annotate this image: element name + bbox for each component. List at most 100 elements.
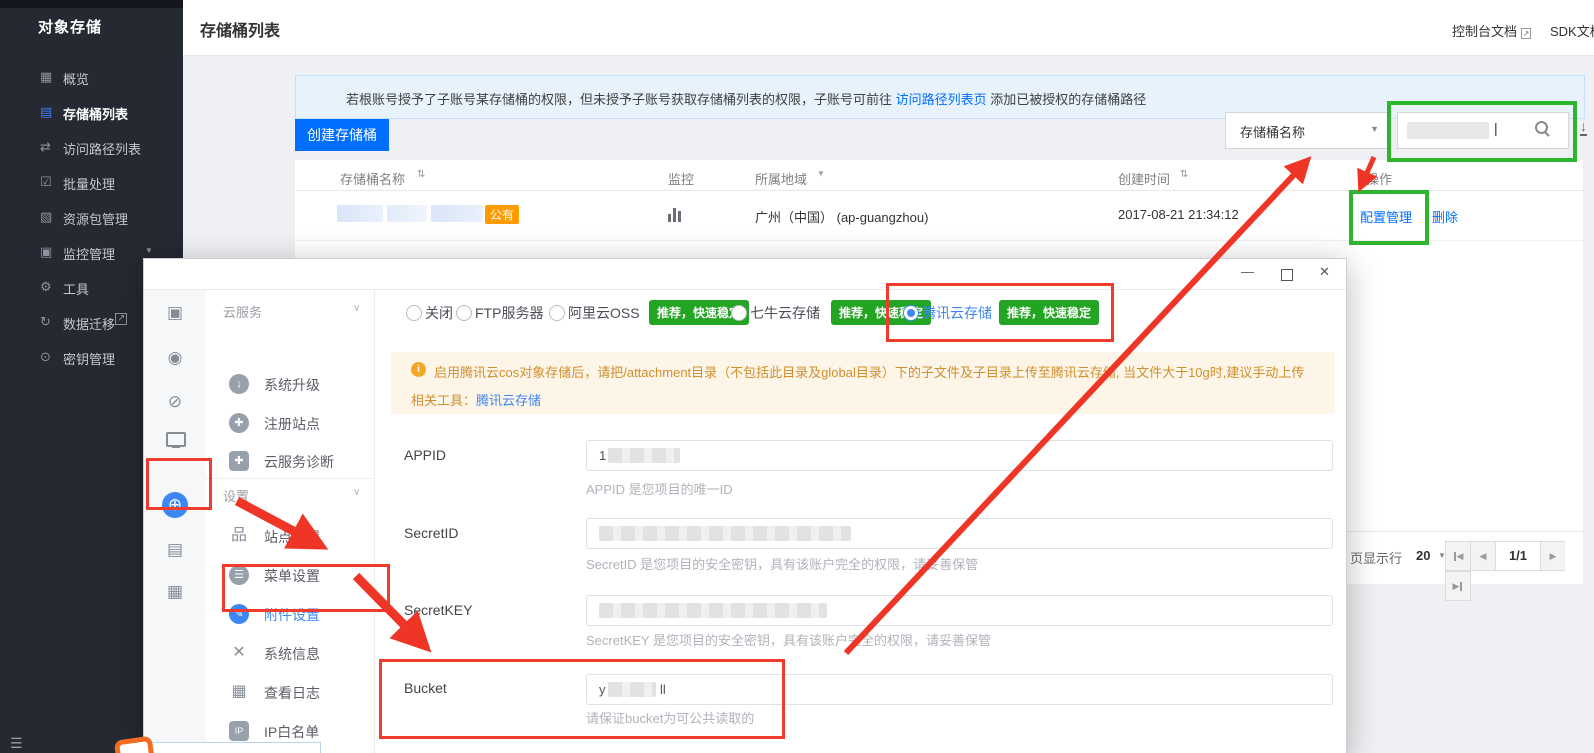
blurred-appid-value (608, 448, 680, 463)
access-badge: 公有 (485, 205, 519, 224)
bottom-popup-strip (143, 742, 321, 753)
monitor-chart-icon[interactable] (668, 204, 683, 222)
chevron-down-icon[interactable]: ▼ (145, 246, 153, 255)
option-qiniu[interactable]: 七牛云存储 (750, 303, 820, 323)
menu-item-site-settings[interactable]: 品 站点设置 (206, 524, 374, 550)
filter-icon[interactable]: ▼ (817, 169, 825, 178)
minimize-icon[interactable]: — (1241, 264, 1254, 279)
secretid-input[interactable] (586, 518, 1333, 549)
menu-item-register-site[interactable]: ✚ 注册站点 (206, 411, 374, 437)
dialog-titlebar: — ✕ (144, 259, 1346, 290)
menu-group-settings[interactable]: 设置 (223, 486, 249, 505)
secretkey-helper: SecretKEY 是您项目的安全密钥，具有该账户完全的权限，请妥善保管 (586, 630, 991, 649)
secretkey-input[interactable] (586, 595, 1333, 626)
table-header-row: 存储桶名称 ⇅ 监控 所属地域 ▼ 创建时间 ⇅ 操作 (295, 160, 1583, 191)
sort-icon[interactable]: ⇅ (417, 169, 425, 180)
console-doc-link[interactable]: 控制台文档 ↗ (1452, 21, 1531, 40)
page-indicator: 1/1 (1495, 541, 1540, 571)
pager: ◀◀1/1▶▶ (1445, 541, 1583, 601)
sidebar-item-label: 监控管理 (63, 244, 115, 263)
key-icon: ⊙ (40, 349, 51, 365)
delete-link[interactable]: 删除 (1432, 207, 1458, 226)
menu-item-label: 系统升级 (264, 375, 320, 395)
store-icon[interactable]: ▤ (144, 540, 206, 560)
maximize-icon[interactable] (1281, 269, 1293, 281)
gear-icon: ⚙ (40, 279, 52, 295)
sidebar-item-bucket-list[interactable]: ▤ 存储桶列表 (0, 103, 183, 133)
calendar-icon: ▣ (40, 244, 52, 260)
col-actions: 操作 (1366, 169, 1392, 188)
menu-item-system-upgrade[interactable]: ↓ 系统升级 (206, 372, 374, 398)
sidebar-item-resource-pack[interactable]: ▧ 资源包管理 (0, 208, 183, 238)
appid-value-prefix: 1 (599, 448, 606, 463)
create-bucket-button[interactable]: 创建存储桶 (295, 119, 389, 151)
last-page-button[interactable]: ▶ (1445, 571, 1471, 601)
download-icon[interactable]: ↓ (1580, 118, 1587, 136)
menu-group-cloud[interactable]: 云服务 (223, 302, 262, 321)
col-region: 所属地域 (755, 169, 807, 188)
sidebar-item-overview[interactable]: ▦ 概览 (0, 68, 183, 98)
prev-page-button[interactable]: ◀ (1470, 541, 1495, 571)
menu-item-label: 云服务诊断 (264, 452, 334, 472)
annotation-red-box-globe (146, 458, 212, 510)
radio-off[interactable] (406, 305, 422, 321)
chevron-down-icon: ▼ (1370, 124, 1379, 134)
annotation-red-box-tencent-option (886, 283, 1114, 342)
col-monitor: 监控 (668, 169, 694, 188)
package-icon: ▧ (40, 209, 52, 225)
blurred-bucket-name (387, 205, 427, 222)
plus-icon: ✚ (229, 413, 249, 433)
blurred-secretid-value (599, 526, 851, 541)
sidebar-collapse-icon[interactable]: ☰ (10, 735, 23, 752)
external-link-icon: ↗ (1521, 28, 1532, 39)
menu-item-label: 查看日志 (264, 683, 320, 703)
col-created: 创建时间 (1118, 169, 1170, 188)
menu-item-system-info[interactable]: ✕ 系统信息 (206, 641, 374, 667)
sidebar-item-label: 概览 (63, 69, 89, 88)
cos-notice: i 启用腾讯云cos对象存储后，请把/attachment目录（不包括此目录及g… (391, 352, 1335, 414)
console-doc-label: 控制台文档 (1452, 24, 1517, 39)
option-ftp[interactable]: FTP服务器 (475, 303, 543, 323)
sidebar-item-label: 工具 (63, 279, 89, 298)
close-icon[interactable]: ✕ (1319, 264, 1330, 280)
filter-type-dropdown[interactable]: 存储桶名称 ▼ (1225, 112, 1390, 149)
menu-divider (206, 478, 374, 479)
bag-icon[interactable]: ▦ (144, 582, 206, 602)
filter-type-value: 存储桶名称 (1240, 122, 1305, 141)
sidebar-item-batch[interactable]: ☑ 批量处理 (0, 173, 183, 203)
secretid-helper: SecretID 是您项目的安全密钥，具有该账户完全的权限，请妥善保管 (586, 554, 978, 573)
sort-icon[interactable]: ⇅ (1180, 169, 1188, 180)
tools-icon: ✕ (229, 643, 249, 663)
sdk-doc-link[interactable]: SDK文档 (1550, 21, 1594, 40)
banner-text-after: 添加已被授权的存储桶路径 (987, 92, 1147, 107)
first-page-button[interactable]: ◀ (1445, 541, 1470, 571)
cloud-service-icon[interactable]: ▣ (144, 303, 206, 323)
col-bucket-name: 存储桶名称 (340, 169, 405, 188)
cos-tool-link[interactable]: 腾讯云存储 (476, 393, 541, 408)
page-header (183, 0, 1594, 56)
radio-aliyun-oss[interactable] (549, 305, 565, 321)
option-aliyun-oss[interactable]: 阿里云OSS (568, 303, 640, 323)
radio-qiniu[interactable] (731, 305, 747, 321)
next-page-button[interactable]: ▶ (1540, 541, 1565, 571)
menu-item-view-logs[interactable]: ▦ 查看日志 (206, 680, 374, 706)
users-icon[interactable]: ◉ (144, 348, 206, 368)
sdk-doc-label: SDK文档 (1550, 24, 1594, 39)
appid-input[interactable]: 1 (586, 440, 1333, 471)
blurred-bucket-name (337, 205, 383, 222)
ip-icon: IP (229, 721, 249, 741)
info-icon: i (411, 362, 426, 377)
sidebar-item-access-path[interactable]: ⇄ 访问路径列表 (0, 138, 183, 168)
menu-item-label: 站点设置 (264, 527, 320, 547)
page-size-value[interactable]: 20 (1416, 548, 1430, 563)
menu-item-cloud-diagnose[interactable]: ✚ 云服务诊断 (206, 449, 374, 475)
medkit-icon: ✚ (229, 451, 249, 471)
option-off[interactable]: 关闭 (425, 303, 453, 323)
access-path-link[interactable]: 访问路径列表页 (896, 92, 987, 107)
monitor-icon[interactable] (166, 432, 186, 447)
bucket-icon: ▤ (40, 104, 52, 120)
external-link-icon: ↗ (115, 313, 127, 325)
secretkey-label: SecretKEY (404, 602, 472, 618)
radio-ftp[interactable] (456, 305, 472, 321)
user-lock-icon[interactable]: ⊘ (144, 392, 206, 412)
